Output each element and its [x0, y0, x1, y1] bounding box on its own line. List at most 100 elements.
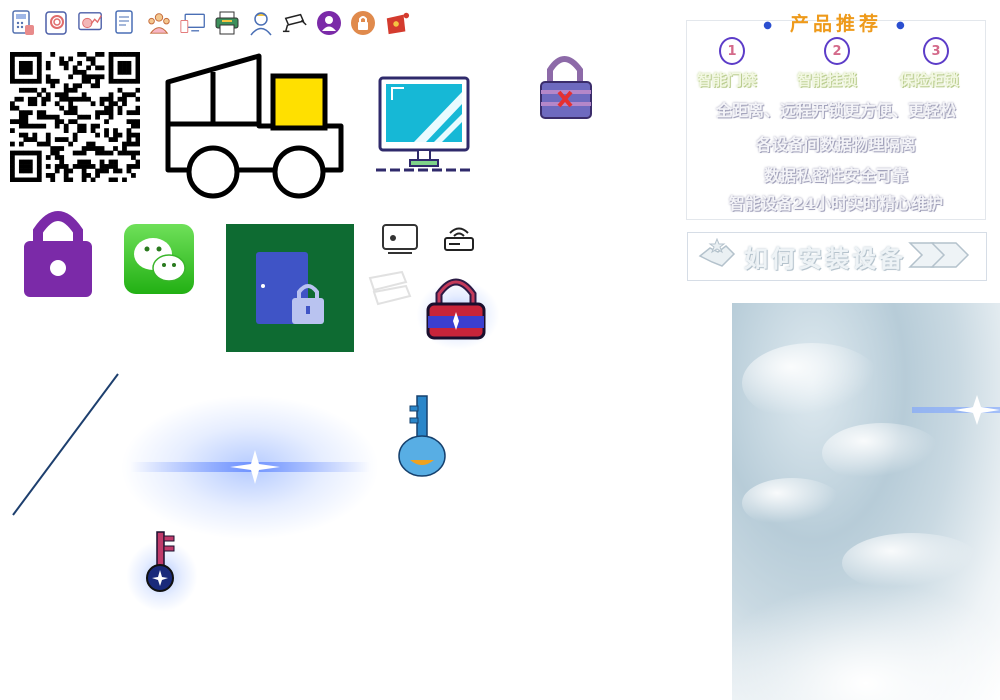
qr-module [99, 101, 105, 107]
qr-module [59, 92, 65, 98]
document-icon[interactable] [112, 10, 138, 36]
blue-key-icon [396, 394, 448, 484]
qr-module [72, 164, 78, 169]
qr-module [81, 128, 87, 133]
lock-badge-icon[interactable] [350, 10, 376, 36]
qr-module [131, 119, 136, 125]
qr-module [108, 164, 114, 169]
router-icon[interactable] [444, 222, 474, 256]
qr-module [135, 65, 141, 71]
qr-module [108, 92, 114, 98]
panel-line-3: 数据私密性安全可靠 [763, 166, 908, 185]
feature-smart-door[interactable]: 智能门禁 [697, 69, 757, 90]
qr-module [108, 177, 114, 183]
qr-module [45, 164, 51, 169]
qr-module [126, 168, 132, 174]
qr-module [32, 101, 38, 107]
qr-module [41, 110, 47, 116]
red-package-icon[interactable] [384, 10, 410, 36]
devices-icon[interactable] [180, 10, 206, 36]
feature-smart-padlock[interactable]: 智能挂锁 [797, 69, 857, 90]
qr-module [126, 60, 132, 66]
product-panel: ● 产品推荐 ● 1 2 3 智能门禁 智能挂锁 保险柜锁 全距离、远程开锁更方便、… [686, 13, 986, 220]
printer-icon[interactable] [214, 10, 240, 36]
qr-module [18, 177, 24, 183]
qr-module [18, 69, 24, 75]
qr-module [45, 132, 51, 138]
qr-module [126, 110, 132, 116]
qr-module [126, 78, 132, 84]
padlock-x-icon [536, 50, 596, 130]
qr-module [63, 137, 69, 142]
qr-module [135, 164, 141, 169]
qr-module [54, 114, 60, 120]
qr-module [90, 60, 96, 66]
install-guide-button[interactable]: 如何安装设备 [687, 232, 987, 281]
qr-module [108, 74, 114, 80]
qr-module [23, 168, 29, 174]
qr-module [59, 155, 65, 160]
qr-module [99, 65, 105, 71]
qr-module [36, 65, 42, 71]
qr-module [135, 150, 141, 156]
truck-icon [163, 52, 345, 204]
analytics-icon[interactable] [78, 10, 104, 36]
qr-module [10, 168, 15, 174]
qr-module [72, 87, 78, 93]
qr-module [122, 146, 127, 151]
team-icon[interactable] [146, 10, 172, 36]
qr-module [95, 65, 100, 71]
qr-module [27, 65, 33, 71]
qr-module [104, 96, 109, 102]
qr-module [81, 123, 87, 129]
faint-cctv-icon [366, 268, 416, 318]
wechat-icon[interactable] [124, 224, 196, 300]
qr-module [32, 150, 38, 156]
cctv-camera-icon[interactable] [282, 10, 308, 36]
qr-module [36, 173, 42, 178]
tv-icon[interactable] [382, 224, 418, 260]
qr-module [18, 119, 24, 125]
qr-module [59, 164, 65, 169]
qr-module [68, 74, 74, 80]
qr-module [10, 177, 15, 183]
qr-module [99, 146, 105, 151]
qr-module [36, 141, 42, 147]
qr-module [18, 110, 24, 116]
qr-module [108, 60, 114, 66]
qr-module [10, 159, 15, 165]
fingerprint-card-icon[interactable] [44, 10, 70, 36]
calculator-icon[interactable] [10, 10, 36, 36]
qr-module [23, 137, 29, 142]
qr-module [36, 123, 42, 129]
qr-module [36, 60, 42, 66]
qr-module [135, 119, 141, 125]
qr-module [36, 74, 42, 80]
qr-module [113, 164, 118, 169]
qr-module [126, 141, 132, 147]
qr-module [18, 123, 24, 129]
qr-module [81, 92, 87, 98]
qr-module [81, 78, 87, 84]
qr-module [81, 69, 87, 75]
qr-module [72, 105, 78, 111]
qr-module [131, 78, 136, 84]
qr-module [41, 114, 47, 120]
person-badge-icon[interactable] [316, 10, 342, 36]
qr-module [27, 78, 33, 84]
qr-module [135, 159, 141, 165]
qr-code [10, 52, 141, 186]
user-icon[interactable] [248, 10, 274, 36]
qr-module [99, 150, 105, 156]
number-badge-1: 1 [719, 37, 745, 65]
qr-module [126, 65, 132, 71]
qr-module [45, 155, 51, 160]
qr-module [32, 132, 38, 138]
qr-module [131, 110, 136, 116]
qr-module [117, 52, 123, 57]
feature-safe-lock[interactable]: 保险柜锁 [899, 69, 959, 90]
qr-module [68, 119, 74, 125]
qr-module [27, 150, 33, 156]
qr-module [86, 173, 91, 178]
qr-module [45, 96, 51, 102]
